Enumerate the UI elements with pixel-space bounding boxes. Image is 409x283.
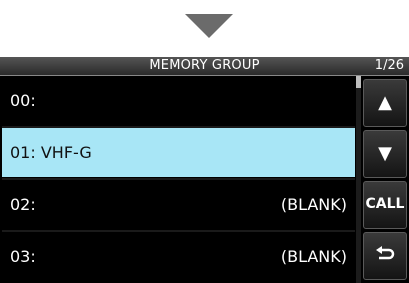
- scroll-up-button[interactable]: ▲: [363, 79, 407, 127]
- list-item-label: 00:: [10, 91, 36, 110]
- list-item-value: (BLANK): [280, 247, 347, 266]
- list-item-label: 02:: [10, 195, 36, 214]
- back-button[interactable]: [363, 232, 407, 280]
- memory-group-screen: MEMORY GROUP 1/26 00: 01: VHF-G 02: (BLA…: [0, 57, 409, 283]
- row-divider: [2, 126, 355, 128]
- list-item-value: (BLANK): [280, 195, 347, 214]
- list-item-01[interactable]: 01: VHF-G: [2, 128, 355, 177]
- screen-title: MEMORY GROUP: [149, 58, 260, 73]
- scrollbar[interactable]: [356, 76, 361, 283]
- pointer-triangle-icon: [185, 14, 233, 38]
- return-arrow-icon: [364, 245, 406, 271]
- title-bar: MEMORY GROUP 1/26: [0, 57, 409, 76]
- page-indicator: 1/26: [374, 58, 404, 73]
- list-item-03[interactable]: 03: (BLANK): [2, 232, 355, 281]
- row-divider: [2, 230, 355, 232]
- list-item-00[interactable]: 00:: [2, 76, 355, 125]
- row-divider: [2, 178, 355, 180]
- call-button-label: CALL: [365, 196, 405, 212]
- call-button[interactable]: CALL: [363, 181, 407, 229]
- list-item-label: 01: VHF-G: [10, 143, 92, 162]
- up-arrow-icon: ▲: [378, 92, 392, 113]
- scrollbar-thumb[interactable]: [356, 76, 361, 88]
- list-item-label: 03:: [10, 247, 36, 266]
- scroll-down-button[interactable]: ▼: [363, 130, 407, 178]
- list-item-02[interactable]: 02: (BLANK): [2, 180, 355, 229]
- down-arrow-icon: ▼: [378, 143, 392, 164]
